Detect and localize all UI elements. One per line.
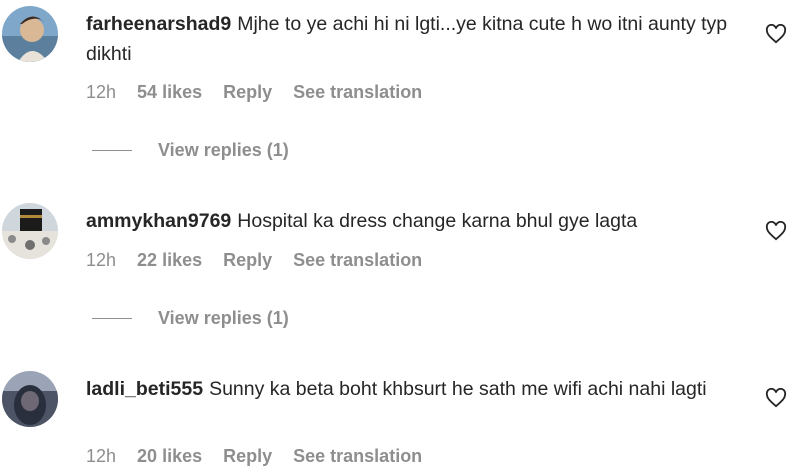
comment-username[interactable]: farheenarshad9 — [86, 13, 231, 35]
view-replies-label: View replies (1) — [158, 140, 289, 160]
comment-text-block: farheenarshad9 Mjhe to ye achi hi ni lgti… — [86, 9, 736, 69]
avatar[interactable] — [2, 6, 58, 62]
comment-meta: 12h 54 likes Reply See translation — [86, 82, 422, 103]
divider-line — [92, 318, 132, 319]
see-translation-button[interactable]: See translation — [293, 446, 422, 467]
reply-button[interactable]: Reply — [223, 250, 272, 271]
comment-time: 12h — [86, 82, 117, 102]
avatar[interactable] — [2, 371, 58, 427]
comment-likes[interactable]: 22 likes — [137, 250, 202, 271]
comment-likes[interactable]: 54 likes — [137, 82, 202, 103]
comment-time: 12h — [86, 250, 117, 270]
view-replies-button[interactable]: View replies (1) — [92, 308, 289, 329]
comment-text-block: ladli_beti555 Sunny ka beta boht khbsurt … — [86, 374, 736, 404]
avatar[interactable] — [2, 203, 58, 259]
see-translation-button[interactable]: See translation — [293, 82, 422, 103]
comment-meta: 12h 20 likes Reply See translation — [86, 446, 422, 467]
reply-button[interactable]: Reply — [223, 446, 272, 467]
comment-likes[interactable]: 20 likes — [137, 446, 202, 467]
comment-body: Sunny ka beta boht khbsurt he sath me wi… — [209, 378, 707, 400]
like-heart-icon[interactable] — [765, 23, 787, 44]
like-heart-icon[interactable] — [765, 220, 787, 241]
divider-line — [92, 150, 132, 151]
comment-time: 12h — [86, 446, 117, 466]
like-heart-icon[interactable] — [765, 387, 787, 408]
see-translation-button[interactable]: See translation — [293, 250, 422, 271]
comment-body: Hospital ka dress change karna bhul gye … — [237, 210, 638, 232]
view-replies-label: View replies (1) — [158, 308, 289, 328]
comment-username[interactable]: ammykhan9769 — [86, 210, 231, 232]
comment-meta: 12h 22 likes Reply See translation — [86, 250, 422, 271]
reply-button[interactable]: Reply — [223, 82, 272, 103]
view-replies-button[interactable]: View replies (1) — [92, 140, 289, 161]
comment-username[interactable]: ladli_beti555 — [86, 378, 203, 400]
comment-text-block: ammykhan9769 Hospital ka dress change kar… — [86, 206, 736, 236]
